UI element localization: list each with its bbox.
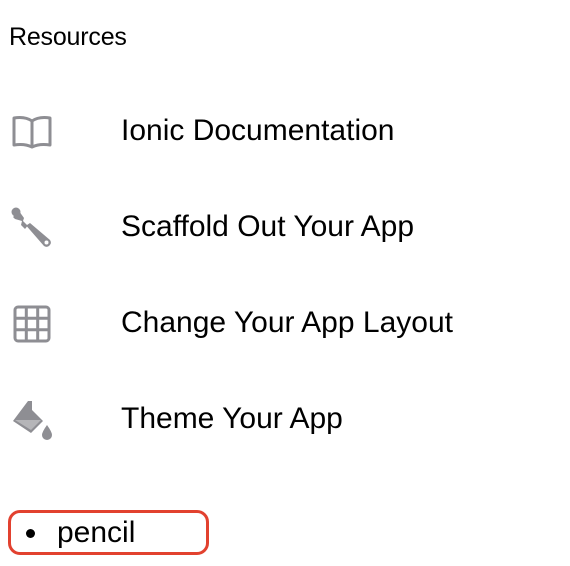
book-icon (10, 110, 54, 154)
resource-label: Change Your App Layout (121, 306, 453, 339)
resource-label: Theme Your App (121, 402, 343, 435)
resource-item-change-your-app-layout[interactable]: Change Your App Layout (0, 275, 570, 371)
bullet-dot (26, 529, 35, 538)
resource-item-theme-your-app[interactable]: Theme Your App (0, 371, 570, 467)
resource-item-ionic-documentation[interactable]: Ionic Documentation (0, 83, 570, 179)
resource-label: Scaffold Out Your App (121, 210, 415, 243)
pencil-annotation: pencil (8, 510, 209, 555)
annotation-text: pencil (57, 516, 136, 549)
resource-label: Ionic Documentation (121, 114, 395, 147)
paint-bucket-icon (10, 398, 54, 442)
wrench-icon (10, 206, 54, 250)
grid-icon (10, 302, 54, 346)
section-title: Resources (9, 23, 127, 51)
resources-list: Ionic Documentation Scaffold Out Your Ap… (0, 83, 570, 467)
resource-item-scaffold-out-your-app[interactable]: Scaffold Out Your App (0, 179, 570, 275)
